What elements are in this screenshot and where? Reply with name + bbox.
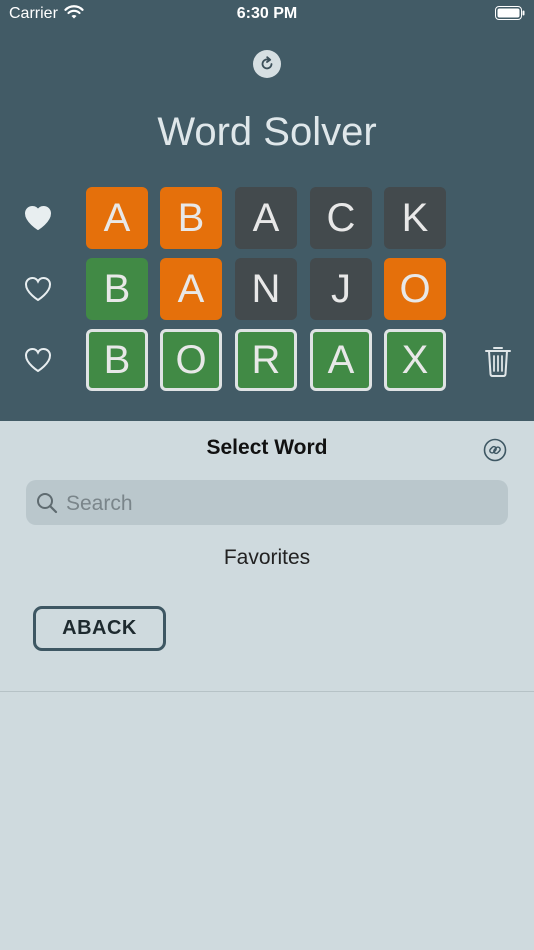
favorites-section-label: Favorites: [223, 546, 311, 569]
delete-button[interactable]: [484, 345, 512, 382]
letter-tile[interactable]: B: [86, 258, 148, 320]
letter-tile[interactable]: R: [235, 329, 297, 391]
heart-outline-icon: [24, 347, 52, 373]
letter-tile[interactable]: O: [384, 258, 446, 320]
link-icon: [483, 438, 507, 462]
letter-tile[interactable]: A: [310, 329, 372, 391]
letter-tile[interactable]: A: [160, 258, 222, 320]
sheet-title: Select Word: [206, 436, 328, 459]
favorite-toggle-1[interactable]: [23, 204, 53, 232]
status-bar: Carrier 6:30 PM: [0, 0, 534, 28]
heart-outline-icon: [24, 276, 52, 302]
letter-tile[interactable]: C: [310, 187, 372, 249]
refresh-icon: [261, 56, 273, 70]
letter-tile[interactable]: B: [160, 187, 222, 249]
search-input[interactable]: [64, 480, 498, 527]
link-button[interactable]: [483, 438, 507, 462]
letter-tile[interactable]: J: [310, 258, 372, 320]
search-field[interactable]: [26, 480, 508, 527]
letter-tile[interactable]: K: [384, 187, 446, 249]
refresh-button[interactable]: [253, 50, 281, 78]
letter-tile[interactable]: B: [86, 329, 148, 391]
app-title: Word Solver: [157, 110, 377, 154]
letter-tile[interactable]: A: [86, 187, 148, 249]
heart-filled-icon: [24, 205, 52, 231]
letter-tile[interactable]: A: [235, 187, 297, 249]
letter-tile[interactable]: N: [235, 258, 297, 320]
search-icon: [37, 493, 58, 514]
letter-tile[interactable]: O: [160, 329, 222, 391]
favorite-toggle-2[interactable]: [23, 275, 53, 303]
favorite-word-chip[interactable]: ABACK: [33, 606, 166, 651]
board-panel: Carrier 6:30 PM Word Solver ABACKBANJOBO…: [0, 0, 534, 421]
battery-icon: [495, 6, 525, 25]
letter-tile[interactable]: X: [384, 329, 446, 391]
favorite-toggle-3[interactable]: [23, 346, 53, 374]
clock: 6:30 PM: [236, 5, 298, 22]
trash-icon: [485, 347, 511, 377]
divider: [0, 691, 534, 692]
